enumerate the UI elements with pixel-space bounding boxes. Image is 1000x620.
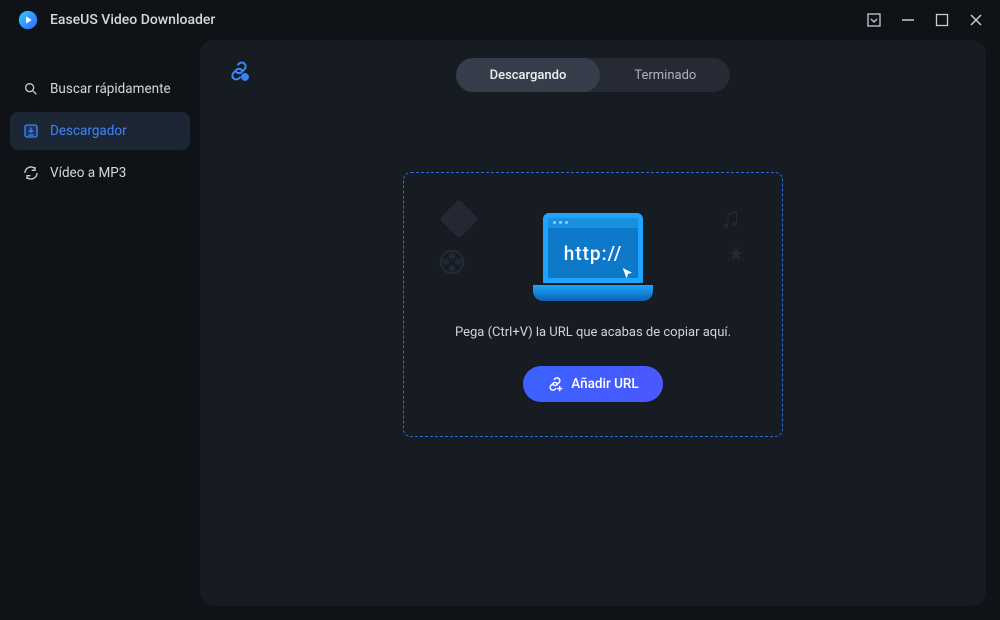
sidebar-item-label: Vídeo a MP3 — [50, 165, 126, 181]
sidebar-item-downloader[interactable]: Descargador — [10, 112, 190, 150]
sidebar-item-label: Buscar rápidamente — [50, 81, 171, 97]
main-panel: Descargando Terminado ♫ http:// — [200, 40, 986, 606]
sidebar-item-video-to-mp3[interactable]: Vídeo a MP3 — [10, 154, 190, 192]
film-reel-icon — [437, 247, 467, 281]
laptop-illustration: ♫ http:// — [493, 207, 693, 307]
sidebar: Buscar rápidamente Descargador Vídeo a M… — [0, 40, 200, 620]
drop-zone[interactable]: ♫ http:// Pega (Ctrl+V) la U — [403, 172, 783, 437]
add-url-button[interactable]: Añadir URL — [523, 366, 662, 402]
sidebar-item-search[interactable]: Buscar rápidamente — [10, 70, 190, 108]
tab-switch: Descargando Terminado — [456, 58, 731, 92]
tab-downloading[interactable]: Descargando — [456, 58, 601, 92]
maximize-button[interactable] — [934, 12, 950, 28]
add-link-icon[interactable] — [228, 60, 250, 82]
sidebar-item-label: Descargador — [50, 123, 127, 139]
url-scheme-text: http:// — [548, 242, 638, 265]
convert-icon — [22, 164, 40, 182]
add-url-label: Añadir URL — [571, 376, 638, 392]
star-icon — [727, 245, 745, 267]
tab-finished[interactable]: Terminado — [600, 58, 730, 92]
link-plus-icon — [547, 376, 563, 392]
music-note-icon: ♫ — [720, 201, 741, 234]
app-title: EaseUS Video Downloader — [50, 12, 866, 28]
minimize-button[interactable] — [900, 12, 916, 28]
diamond-icon — [439, 199, 479, 239]
close-button[interactable] — [968, 12, 984, 28]
download-icon — [22, 122, 40, 140]
tab-label: Terminado — [634, 68, 696, 83]
dropdown-icon[interactable] — [866, 12, 882, 28]
tab-label: Descargando — [490, 68, 567, 83]
search-icon — [22, 80, 40, 98]
drop-hint: Pega (Ctrl+V) la URL que acabas de copia… — [455, 325, 731, 340]
cursor-icon — [620, 266, 636, 286]
app-logo-icon — [16, 8, 40, 32]
